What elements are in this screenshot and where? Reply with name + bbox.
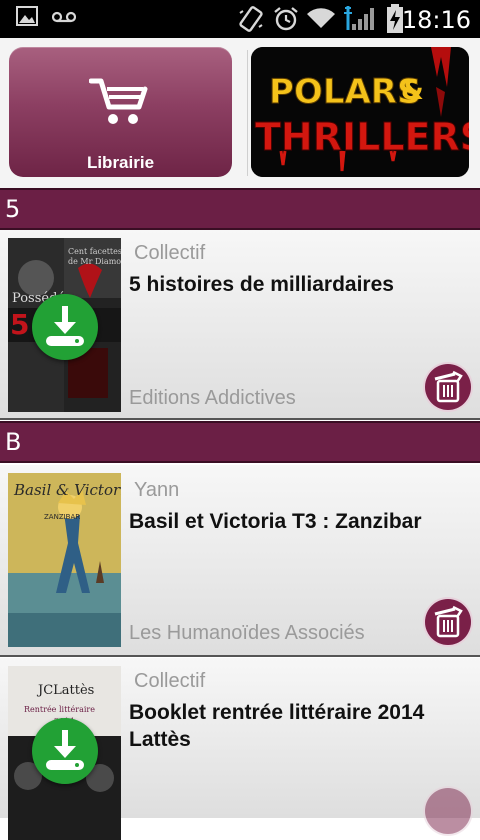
book-author: Collectif xyxy=(134,242,206,264)
book-title: 5 histoires de milliardaires xyxy=(129,273,394,296)
librairie-button[interactable]: Librairie xyxy=(9,47,232,177)
signal-icon xyxy=(344,6,374,30)
status-bar: 18:16 xyxy=(0,0,480,38)
delete-button[interactable] xyxy=(425,599,471,645)
cover-brand: JCLattès xyxy=(36,683,94,698)
book-row[interactable]: Basil & Victoria ZANZIBAR Yann Basil et … xyxy=(0,465,480,657)
book-title: Basil et Victoria T3 : Zanzibar xyxy=(129,510,422,533)
librairie-label: Librairie xyxy=(86,153,155,172)
vibrate-icon xyxy=(239,6,263,32)
divider xyxy=(247,50,248,176)
polars-thrillers-banner[interactable]: POLARS & THRILLERS xyxy=(251,47,469,177)
voicemail-icon xyxy=(52,11,76,23)
trash-icon xyxy=(434,605,463,638)
trash-icon xyxy=(434,370,463,403)
book-title: Booklet rentrée littéraire 2014 Lattès xyxy=(129,701,425,751)
book-publisher: Les Humanoïdes Associés xyxy=(129,622,365,644)
shopping-cart-icon xyxy=(89,78,148,124)
section-header: B xyxy=(0,421,480,463)
book-row[interactable]: JCLattès Rentrée littéraire 2014 Collect… xyxy=(0,658,480,840)
book-row[interactable]: Possédé Cent facettes de Mr Diamonds 5 C… xyxy=(0,230,480,420)
image-icon xyxy=(16,6,38,26)
svg-text:Cent facettes: Cent facettes xyxy=(68,247,121,256)
top-shortcuts: Librairie POLARS & THRILLERS xyxy=(0,38,480,188)
download-icon xyxy=(46,306,84,346)
svg-text:ZANZIBAR: ZANZIBAR xyxy=(44,513,80,521)
wifi-icon xyxy=(307,8,335,28)
svg-text:POLARS: POLARS xyxy=(269,72,421,112)
alarm-icon xyxy=(274,7,298,31)
section-header: 5 xyxy=(0,188,480,230)
svg-text:de Mr Diamonds: de Mr Diamonds xyxy=(68,257,121,266)
book-cover: Basil & Victoria ZANZIBAR xyxy=(8,473,121,647)
cover-series: Basil & Victoria xyxy=(13,481,121,499)
download-icon xyxy=(46,730,84,770)
book-author: Yann xyxy=(134,479,180,501)
delete-button[interactable] xyxy=(425,364,471,410)
svg-text:THRILLERS: THRILLERS xyxy=(255,115,469,159)
book-author: Collectif xyxy=(134,670,206,692)
status-time: 18:16 xyxy=(401,6,471,34)
download-badge[interactable] xyxy=(32,718,98,784)
book-publisher: Editions Addictives xyxy=(129,387,296,409)
download-badge[interactable] xyxy=(32,294,98,360)
svg-text:Rentrée littéraire: Rentrée littéraire xyxy=(24,705,95,714)
svg-text:5: 5 xyxy=(10,308,29,341)
svg-text:&: & xyxy=(401,76,424,106)
delete-button[interactable] xyxy=(425,788,471,834)
